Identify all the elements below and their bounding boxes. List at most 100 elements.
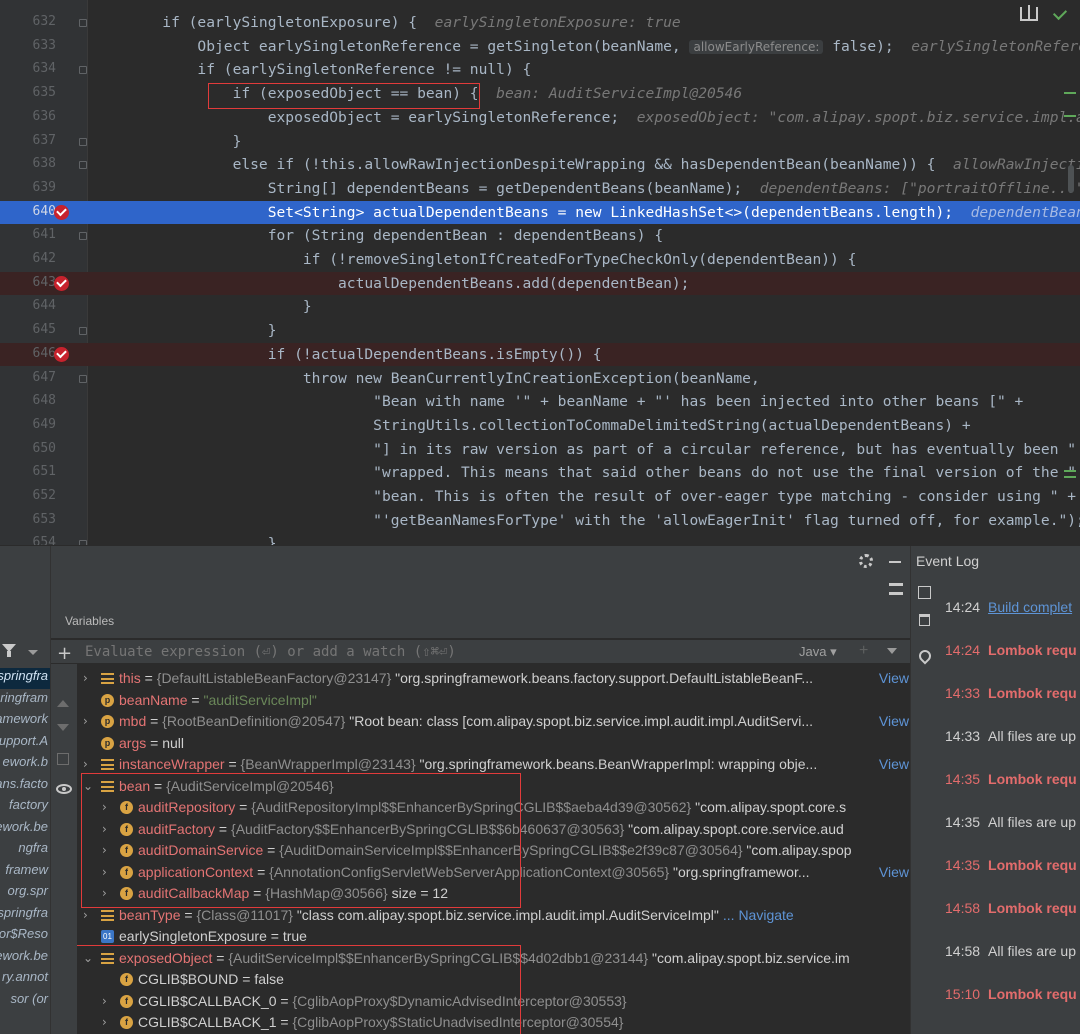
- event-log-toolbar: [911, 580, 937, 1034]
- hide-icon[interactable]: [889, 561, 901, 563]
- code-line[interactable]: 639 String[] dependentBeans = getDepende…: [0, 177, 1080, 201]
- code-line[interactable]: 638 else if (!this.allowRawInjectionDesp…: [0, 153, 1080, 177]
- stack-frame[interactable]: springfram: [0, 690, 50, 711]
- eye-icon[interactable]: [56, 784, 72, 794]
- stack-frame[interactable]: ngfra: [0, 840, 50, 861]
- variable-row[interactable]: p args = null: [77, 733, 911, 755]
- code-line[interactable]: 643 actualDependentBeans.add(dependentBe…: [0, 271, 1080, 296]
- collapse-arrow-icon[interactable]: ›: [83, 905, 95, 926]
- code-line[interactable]: 637 }: [0, 130, 1080, 154]
- event-log-entry[interactable]: 14:35 Lombok requ: [945, 857, 1080, 877]
- collapse-arrow-icon[interactable]: ›: [83, 668, 95, 689]
- code-line[interactable]: 654 }: [0, 532, 1080, 545]
- language-select[interactable]: Java ▾: [799, 644, 837, 660]
- variable-row[interactable]: › beanType = {Class@11017} "class com.ali…: [77, 905, 911, 927]
- evaluate-expression-input[interactable]: [81, 642, 881, 662]
- line-number: 646: [32, 345, 56, 361]
- view-link[interactable]: View: [874, 711, 909, 732]
- variable-row[interactable]: p beanName = "auditServiceImpl": [77, 690, 911, 712]
- collapse-arrow-icon[interactable]: ›: [83, 711, 95, 732]
- view-link[interactable]: View: [874, 861, 909, 883]
- arrow-down-icon[interactable]: [57, 724, 69, 731]
- stack-frame[interactable]: or$Reso: [0, 926, 50, 947]
- inspection-ok-icon[interactable]: [1052, 5, 1068, 21]
- code-line[interactable]: 642 if (!removeSingletonIfCreatedForType…: [0, 248, 1080, 272]
- stack-frame[interactable]: ry.annot: [0, 969, 50, 990]
- variable-row[interactable]: › p mbd = {RootBeanDefinition@20547} "Root…: [77, 711, 911, 733]
- wrench-icon[interactable]: [916, 647, 934, 665]
- code-line[interactable]: 632 if (earlySingletonExposure) { earlyS…: [0, 11, 1080, 35]
- event-log-entry[interactable]: 14:35 All files are up: [945, 814, 1080, 834]
- fold-marker-icon[interactable]: [79, 66, 87, 75]
- code-line[interactable]: 635 if (exposedObject == bean) { bean: A…: [0, 82, 1080, 106]
- gear-icon[interactable]: [859, 554, 873, 568]
- frames-panel[interactable]: springfraspringframframeworkupport.Aewor…: [0, 546, 50, 1034]
- code-line[interactable]: 633 Object earlySingletonReference = get…: [0, 35, 1080, 59]
- code-line[interactable]: 646 if (!actualDependentBeans.isEmpty())…: [0, 342, 1080, 367]
- code-line[interactable]: 634 if (earlySingletonReference != null)…: [0, 58, 1080, 82]
- stack-frame[interactable]: framework: [0, 711, 50, 732]
- code-line[interactable]: 652 "bean. This is often the result of o…: [0, 485, 1080, 509]
- fold-marker-icon[interactable]: [79, 19, 87, 27]
- plus-icon[interactable]: +: [57, 643, 72, 664]
- stack-frame[interactable]: ework.b: [0, 754, 50, 775]
- event-log-entry[interactable]: 15:10 Lombok requ: [945, 986, 1080, 1006]
- chevron-down-icon[interactable]: [887, 648, 897, 654]
- reader-mode-icon[interactable]: [1020, 5, 1038, 21]
- event-log-entry[interactable]: 14:24 Build complet: [945, 599, 1080, 619]
- stack-frame[interactable]: framew: [0, 862, 50, 883]
- event-log-entry[interactable]: 14:58 Lombok requ: [945, 900, 1080, 920]
- chevron-down-icon[interactable]: [28, 650, 38, 655]
- stack-frame[interactable]: upport.A: [0, 733, 50, 754]
- filter-icon[interactable]: [2, 644, 16, 658]
- arrow-up-icon[interactable]: [57, 700, 69, 707]
- stack-frame[interactable]: org.spr: [0, 883, 50, 904]
- code-line[interactable]: 648 "Bean with name '" + beanName + "' h…: [0, 390, 1080, 414]
- fold-marker-icon[interactable]: [79, 232, 87, 241]
- event-log-entry[interactable]: 14:35 Lombok requ: [945, 771, 1080, 791]
- copy-icon[interactable]: [57, 753, 69, 765]
- code-line[interactable]: 636 exposedObject = earlySingletonRefere…: [0, 106, 1080, 130]
- stack-frame[interactable]: springfra: [0, 905, 50, 926]
- code-line[interactable]: 644 }: [0, 295, 1080, 319]
- code-line[interactable]: 647 throw new BeanCurrentlyInCreationExc…: [0, 367, 1080, 391]
- code-line[interactable]: 653 "'getBeanNamesForType' with the 'all…: [0, 509, 1080, 533]
- code-line[interactable]: 640 Set<String> actualDependentBeans = n…: [0, 200, 1080, 225]
- editor-scrollbar-thumb[interactable]: [1068, 165, 1074, 193]
- fold-marker-icon[interactable]: [79, 161, 87, 170]
- trash-icon[interactable]: [919, 614, 930, 626]
- line-number: 632: [32, 14, 56, 29]
- fold-marker-icon[interactable]: [79, 327, 87, 336]
- view-link[interactable]: View: [874, 754, 909, 775]
- stack-frame[interactable]: ework.be: [0, 819, 50, 840]
- fold-marker-icon[interactable]: [79, 374, 87, 383]
- event-log-entry[interactable]: 14:58 All files are up: [945, 943, 1080, 963]
- stack-frame[interactable]: sor (or: [0, 991, 50, 1012]
- stack-frame[interactable]: ans.facto: [0, 776, 50, 797]
- view-link[interactable]: ... Navigate: [719, 907, 794, 923]
- stack-frame[interactable]: factory: [0, 797, 50, 818]
- event-log-entry[interactable]: 14:33 Lombok requ: [945, 685, 1080, 705]
- variables-tree[interactable]: › this = {DefaultListableBeanFactory@2314…: [77, 664, 911, 1034]
- view-link[interactable]: View: [874, 668, 909, 689]
- code-editor[interactable]: 632 if (earlySingletonExposure) { earlyS…: [0, 0, 1080, 545]
- code-line[interactable]: 645 }: [0, 319, 1080, 343]
- breakpoint-icon[interactable]: [54, 346, 69, 362]
- event-log-entry[interactable]: 14:24 Lombok requ: [945, 642, 1080, 662]
- stack-frame[interactable]: springfra: [0, 668, 50, 689]
- mark-all-read-icon[interactable]: [918, 586, 931, 599]
- breakpoint-icon[interactable]: [54, 275, 69, 291]
- fold-marker-icon[interactable]: [79, 137, 87, 146]
- variable-row[interactable]: › this = {DefaultListableBeanFactory@2314…: [77, 668, 911, 690]
- code-line[interactable]: 650 "] in its raw version as part of a c…: [0, 438, 1080, 462]
- event-time: 14:33: [945, 685, 981, 701]
- layout-settings-icon[interactable]: [889, 583, 903, 595]
- stack-frame[interactable]: ework.be: [0, 948, 50, 969]
- code-line[interactable]: 649 StringUtils.collectionToCommaDelimit…: [0, 414, 1080, 438]
- add-watch-icon[interactable]: +: [859, 642, 868, 660]
- code-line[interactable]: 651 "wrapped. This means that said other…: [0, 461, 1080, 485]
- event-message[interactable]: Build complet: [988, 599, 1072, 615]
- breakpoint-icon[interactable]: [54, 204, 69, 220]
- code-line[interactable]: 641 for (String dependentBean : dependen…: [0, 224, 1080, 248]
- event-log-entry[interactable]: 14:33 All files are up: [945, 728, 1080, 748]
